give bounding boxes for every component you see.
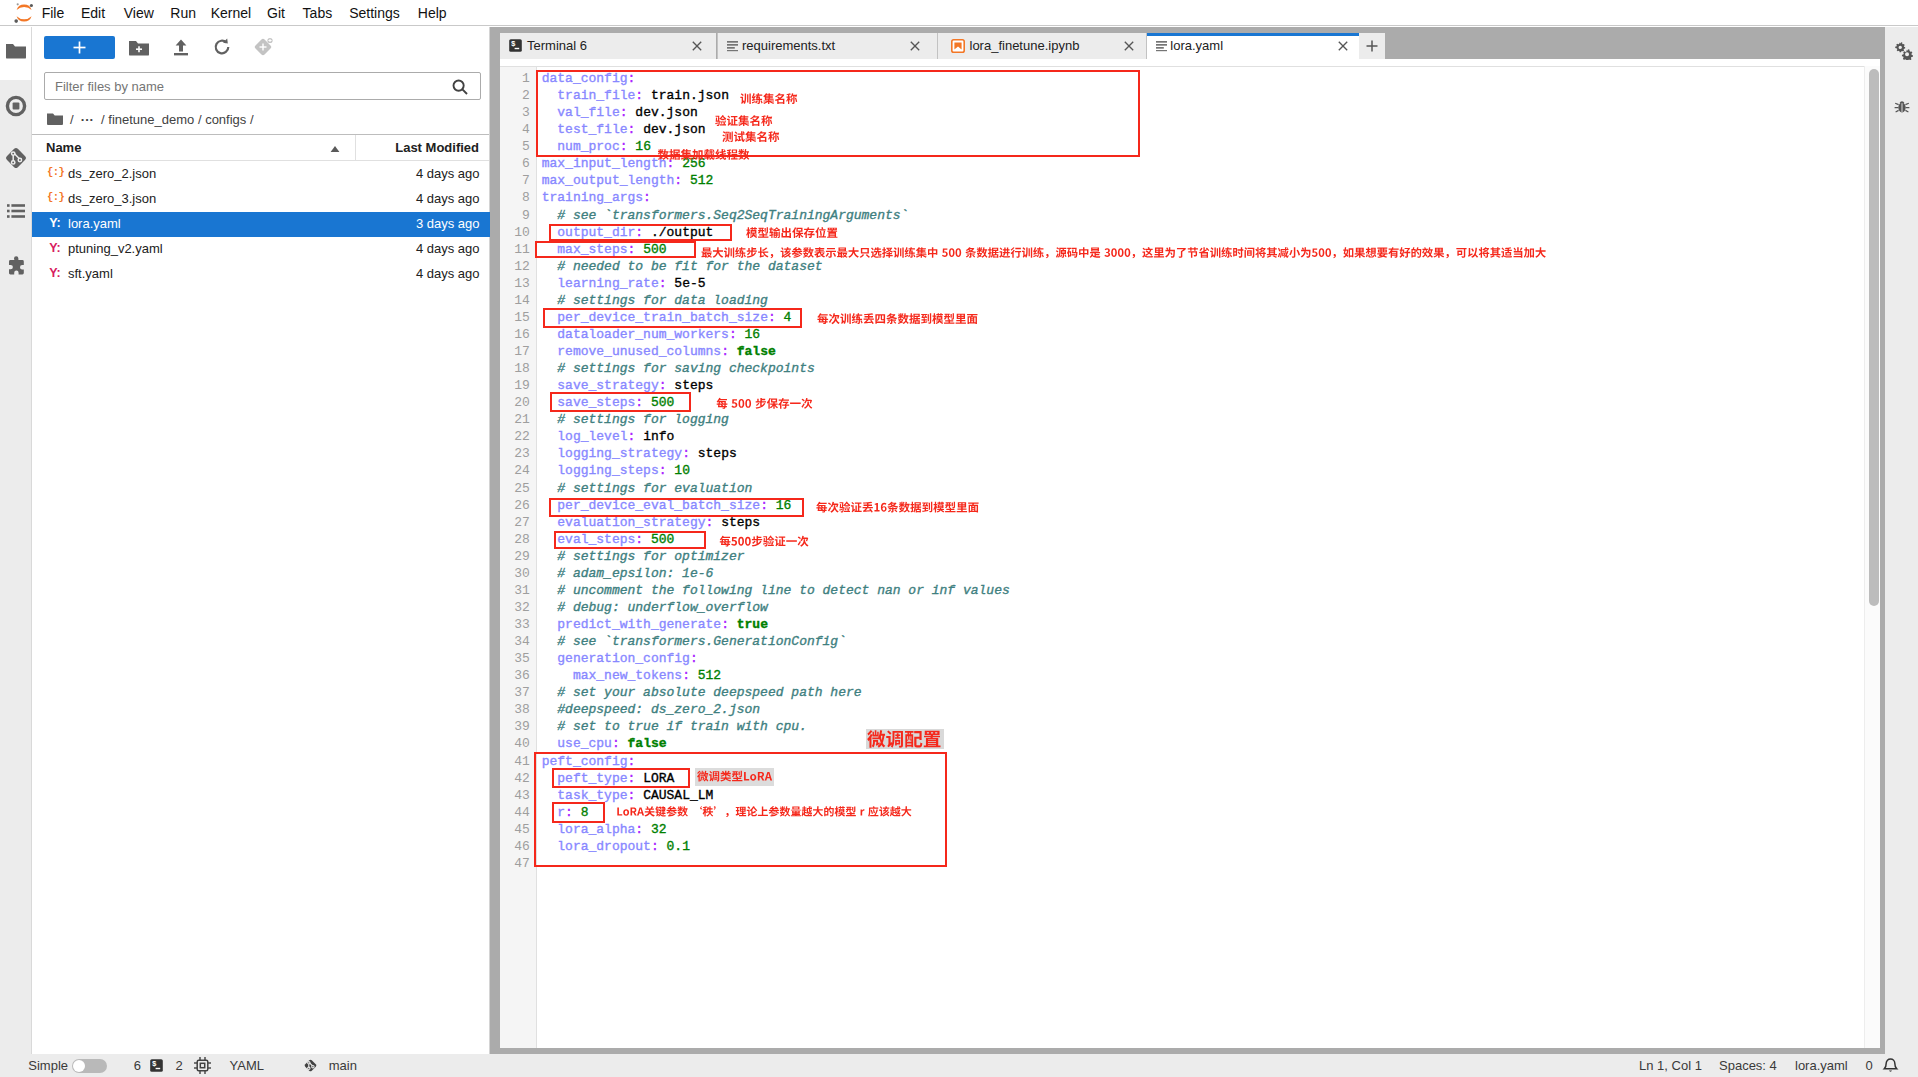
svg-text:$: $ [511, 41, 516, 49]
svg-text:$: $ [152, 1060, 157, 1068]
